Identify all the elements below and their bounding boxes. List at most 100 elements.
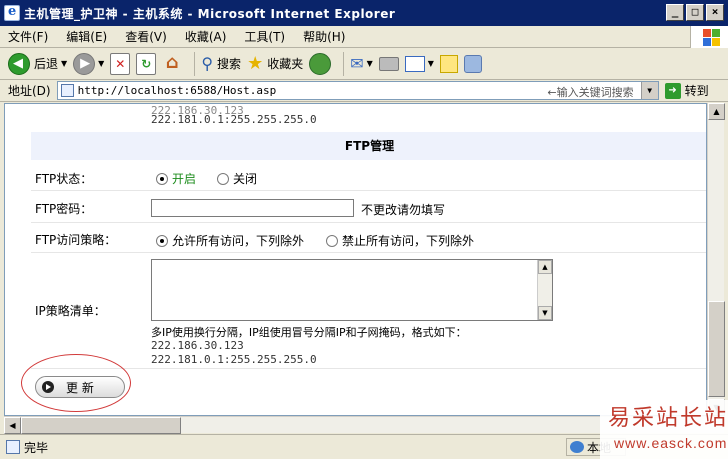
window-title-bar: 主机管理_护卫神 - 主机系统 - Microsoft Internet Exp… xyxy=(0,0,728,26)
print-button[interactable] xyxy=(378,56,399,71)
ftp-policy-deny-label: 禁止所有访问，下列除外 xyxy=(342,234,475,248)
home-button[interactable]: ⌂ xyxy=(162,52,182,75)
ftp-password-hint: 不更改请勿填写 xyxy=(361,203,446,217)
search-button[interactable]: ⚲ 搜索 xyxy=(201,54,241,73)
watermark-url: www.easck.com xyxy=(614,435,728,451)
favorites-button[interactable]: ★ 收藏夹 xyxy=(247,53,303,74)
scroll-thumb[interactable] xyxy=(21,417,181,434)
computer-icon xyxy=(570,441,584,453)
page-content: 222.186.30.123 222.181.0.1:255.255.255.0… xyxy=(4,103,707,416)
mail-button[interactable]: ✉ ▼ xyxy=(350,54,373,73)
stop-icon: ✕ xyxy=(110,52,131,75)
ftp-status-on-radio[interactable]: 开启 xyxy=(156,170,196,187)
chevron-down-icon[interactable]: ▼ xyxy=(98,59,104,68)
ftp-policy-deny-radio[interactable]: 禁止所有访问，下列除外 xyxy=(326,232,474,249)
chevron-down-icon[interactable]: ▼ xyxy=(61,59,67,68)
messenger-button[interactable] xyxy=(463,54,482,73)
scroll-thumb[interactable] xyxy=(708,301,725,397)
radio-unchecked-icon[interactable] xyxy=(217,172,229,185)
scroll-up-icon[interactable]: ▲ xyxy=(538,260,552,274)
chevron-down-icon[interactable]: ▼ xyxy=(367,59,373,68)
ftp-status-off-label: 关闭 xyxy=(233,172,258,186)
textarea-scrollbar[interactable]: ▲ ▼ xyxy=(537,260,552,320)
printer-icon xyxy=(378,56,399,71)
menu-file[interactable]: 文件(F) xyxy=(8,28,48,45)
refresh-button[interactable]: ↻ xyxy=(136,52,157,75)
row-divider xyxy=(31,368,706,369)
mail-icon: ✉ xyxy=(350,54,364,73)
watermark-name: 易采站长站 xyxy=(608,406,728,431)
section-title: FTP管理 xyxy=(31,132,706,160)
highlight-oval xyxy=(21,354,131,412)
go-label: 转到 xyxy=(684,84,709,98)
edit-button[interactable]: ▼ xyxy=(404,55,434,72)
go-button[interactable]: ➜ 转到 xyxy=(664,82,709,99)
address-search-hint: ←输入关键词搜索 xyxy=(547,86,634,99)
radio-checked-icon[interactable] xyxy=(156,172,168,185)
page-icon xyxy=(60,84,74,97)
ip-example: 222.186.30.123 xyxy=(151,339,244,352)
address-input[interactable]: http://localhost:6588/Host.asp ←输入关键词搜索 … xyxy=(56,81,659,100)
minimize-button[interactable]: _ xyxy=(666,4,684,21)
menu-edit[interactable]: 编辑(E) xyxy=(66,28,107,45)
back-arrow-icon xyxy=(8,52,30,75)
maximize-button[interactable]: □ xyxy=(686,4,704,21)
row-divider xyxy=(31,252,706,253)
forward-arrow-icon xyxy=(73,52,96,75)
ie-icon xyxy=(4,4,20,21)
vertical-scrollbar[interactable]: ▲ ▼ xyxy=(707,103,725,416)
history-icon xyxy=(309,52,332,75)
toolbar-divider xyxy=(343,51,345,76)
ftp-status-off-radio[interactable]: 关闭 xyxy=(217,170,257,187)
star-icon: ★ xyxy=(247,53,264,74)
row-divider xyxy=(31,190,706,191)
back-button[interactable]: 后退 ▼ xyxy=(8,52,67,75)
ip-policy-label: IP策略清单： xyxy=(35,304,106,318)
address-bar: 地址(D) http://localhost:6588/Host.asp ←输入… xyxy=(0,80,728,102)
window-title: 主机管理_护卫神 - 主机系统 - Microsoft Internet Exp… xyxy=(24,6,396,21)
address-label: 地址(D) xyxy=(8,84,51,98)
windows-logo-icon xyxy=(690,26,728,48)
menu-help[interactable]: 帮助(H) xyxy=(303,28,345,45)
chevron-down-icon[interactable]: ▼ xyxy=(428,59,434,68)
ip-policy-textarea[interactable]: ▲ ▼ xyxy=(151,259,553,321)
ftp-policy-allow-label: 允许所有访问，下列除外 xyxy=(172,234,305,248)
menu-favorites[interactable]: 收藏(A) xyxy=(185,28,227,45)
scroll-up-icon[interactable]: ▲ xyxy=(708,103,725,120)
forward-button[interactable]: ▼ xyxy=(73,52,104,75)
address-dropdown-button[interactable]: ▼ xyxy=(640,82,658,99)
watermark: 易采站长站 www.easck.com xyxy=(600,400,728,459)
ip-example: 222.181.0.1:255.255.255.0 xyxy=(151,353,317,366)
search-icon: ⚲ xyxy=(201,54,214,73)
ftp-password-field[interactable] xyxy=(151,199,354,217)
radio-unchecked-icon[interactable] xyxy=(326,234,338,247)
go-arrow-icon: ➜ xyxy=(664,82,681,99)
address-url: http://localhost:6588/Host.asp xyxy=(77,84,277,97)
close-button[interactable]: × xyxy=(706,4,724,21)
ftp-password-label: FTP密码： xyxy=(35,202,93,216)
page-done-icon xyxy=(6,440,20,454)
menu-bar: 文件(F) 编辑(E) 查看(V) 收藏(A) 工具(T) 帮助(H) xyxy=(0,26,728,48)
ftp-status-on-label: 开启 xyxy=(172,172,197,186)
scroll-down-icon[interactable]: ▼ xyxy=(538,306,552,320)
note-icon xyxy=(439,54,458,73)
history-button[interactable] xyxy=(309,52,332,75)
discuss-button[interactable] xyxy=(439,54,458,73)
stop-button[interactable]: ✕ xyxy=(110,52,131,75)
top-ip-line: 222.181.0.1:255.255.255.0 xyxy=(151,113,317,126)
radio-checked-icon[interactable] xyxy=(156,234,168,247)
ftp-policy-allow-radio[interactable]: 允许所有访问，下列除外 xyxy=(156,232,304,249)
search-label: 搜索 xyxy=(217,57,242,71)
edit-icon xyxy=(404,55,425,72)
toolbar-divider xyxy=(194,51,196,76)
menu-view[interactable]: 查看(V) xyxy=(125,28,167,45)
menu-tools[interactable]: 工具(T) xyxy=(244,28,285,45)
ip-policy-note: 多IP使用换行分隔，IP组使用冒号分隔IP和子网掩码，格式如下： xyxy=(151,326,467,339)
ftp-status-label: FTP状态： xyxy=(35,172,93,186)
messenger-icon xyxy=(463,54,482,73)
refresh-icon: ↻ xyxy=(136,52,157,75)
row-divider xyxy=(31,222,706,223)
toolbar: 后退 ▼ ▼ ✕ ↻ ⌂ ⚲ 搜索 ★ 收藏夹 ✉ ▼ ▼ xyxy=(0,48,728,80)
scroll-left-icon[interactable]: ◀ xyxy=(4,417,21,434)
status-text: 完毕 xyxy=(24,440,49,455)
